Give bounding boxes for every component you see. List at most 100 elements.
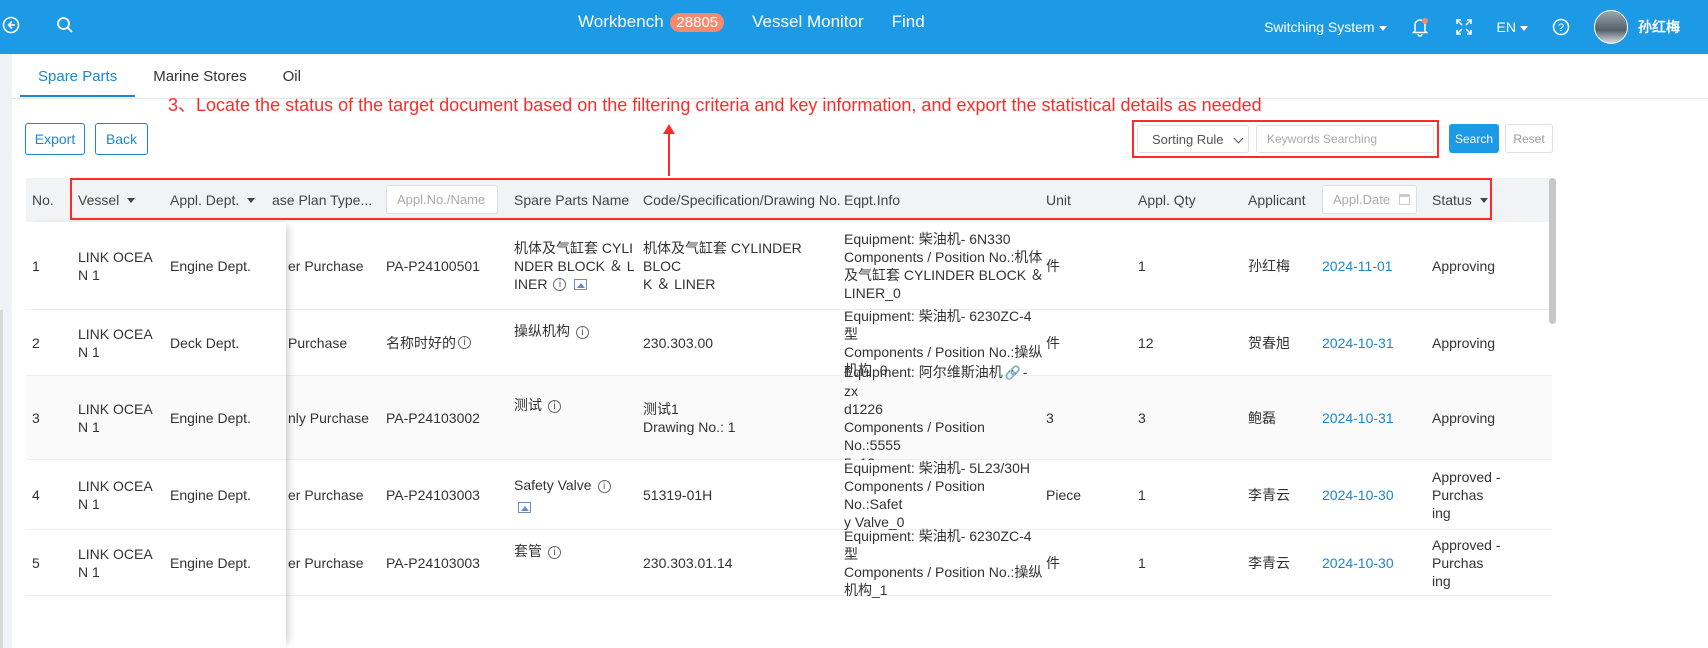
- reset-button[interactable]: Reset: [1505, 124, 1553, 153]
- back-circle-icon[interactable]: [0, 14, 22, 36]
- workbench-badge: 28805: [670, 13, 725, 32]
- image-icon[interactable]: [574, 279, 588, 291]
- top-right-tools: Switching System EN ? 孙红梅: [1264, 10, 1680, 44]
- table-row[interactable]: 1 LINK OCEA N 1 Engine Dept. er Purchase…: [26, 222, 1552, 310]
- cell-unit: 件: [1046, 334, 1060, 351]
- cell-applicant: 孙红梅: [1248, 257, 1290, 274]
- cell-part-name: 操纵机构: [514, 323, 570, 339]
- help-icon[interactable]: ?: [1550, 16, 1572, 38]
- cell-unit: Piece: [1046, 486, 1082, 503]
- info-icon[interactable]: i: [553, 278, 567, 292]
- cell-part-name: 套管: [514, 543, 542, 559]
- cell-dept: Engine Dept.: [170, 257, 251, 274]
- main-nav: Workbench 28805 Vessel Monitor Find: [578, 12, 925, 32]
- cell-no: 1: [32, 257, 40, 274]
- back-button[interactable]: Back: [95, 123, 148, 155]
- link-icon[interactable]: 🔗: [1005, 364, 1021, 382]
- cell-part-name: Safety Valve: [514, 477, 592, 494]
- switching-system-dropdown[interactable]: Switching System: [1264, 19, 1387, 35]
- image-icon[interactable]: [518, 501, 531, 513]
- cell-appl-date[interactable]: 2024-11-01: [1322, 222, 1393, 309]
- export-button[interactable]: Export: [25, 123, 85, 155]
- cell-appl-no: PA-P24100501: [386, 257, 480, 274]
- search-icon[interactable]: [54, 14, 76, 36]
- main-panel: Spare Parts Marine Stores Oil 3、Locate t…: [12, 54, 1708, 648]
- cell-applicant: 李青云: [1248, 554, 1290, 571]
- cell-applicant: 李青云: [1248, 486, 1290, 503]
- info-icon[interactable]: i: [458, 336, 471, 349]
- cell-vessel: LINK OCEA N 1: [78, 248, 153, 283]
- cell-unit: 3: [1046, 409, 1054, 426]
- annotation-text: 3、Locate the status of the target docume…: [168, 95, 1262, 115]
- cell-vessel: LINK OCEA N 1: [78, 545, 153, 580]
- cell-applicant: 贺春旭: [1248, 334, 1290, 351]
- cell-qty: 1: [1138, 486, 1146, 503]
- cell-no: 4: [32, 486, 40, 503]
- table-row[interactable]: 3 LINK OCEA N 1 Engine Dept. nly Purchas…: [26, 364, 1552, 471]
- cell-no: 2: [32, 334, 40, 351]
- cell-plan-type: nly Purchase: [288, 409, 369, 426]
- cell-appl-date[interactable]: 2024-10-30: [1322, 530, 1394, 595]
- cell-eqpt-info: Equipment: 柴油机- 6230ZC-4型 Components / P…: [844, 527, 1043, 598]
- avatar: [1594, 10, 1628, 44]
- info-icon[interactable]: i: [548, 545, 561, 559]
- cell-plan-type: er Purchase: [288, 257, 364, 274]
- cell-appl-no: PA-P24103002: [386, 409, 480, 426]
- cell-eqpt-line1: Equipment: 阿尔维斯油机: [844, 364, 1003, 380]
- cell-dept: Deck Dept.: [170, 334, 240, 351]
- cell-status: Approving: [1432, 334, 1496, 351]
- table-row[interactable]: 5 LINK OCEA N 1 Engine Dept. er Purchase…: [26, 527, 1552, 598]
- cell-unit: 件: [1046, 554, 1060, 571]
- fullscreen-icon[interactable]: [1453, 16, 1475, 38]
- cell-dept: Engine Dept.: [170, 486, 251, 503]
- cell-status: Approved - Purchas ing: [1432, 536, 1501, 589]
- username: 孙红梅: [1638, 19, 1680, 35]
- cell-unit: 件: [1046, 257, 1060, 274]
- search-button[interactable]: Search: [1449, 124, 1499, 153]
- cell-vessel: LINK OCEA N 1: [78, 325, 153, 360]
- cell-code: 230.303.00: [643, 334, 714, 351]
- annotation-box-search: [1132, 120, 1439, 158]
- info-icon[interactable]: i: [576, 325, 589, 339]
- cell-eqpt-info: Equipment: 柴油机- 5L23/30H Components / Po…: [844, 459, 1030, 530]
- table-row[interactable]: 2 LINK OCEA N 1 Deck Dept. Purchase 名称时好…: [26, 308, 1552, 378]
- cell-code: 机体及气缸套 CYLINDER BLOC K ＆ LINER: [643, 239, 802, 292]
- cell-qty: 1: [1138, 257, 1146, 274]
- left-edge-bar: [0, 310, 3, 648]
- cell-plan-type: er Purchase: [288, 554, 364, 571]
- cell-plan-type: er Purchase: [288, 486, 364, 503]
- svg-text:?: ?: [1558, 22, 1564, 34]
- info-icon[interactable]: i: [548, 399, 561, 413]
- cell-no: 5: [32, 554, 40, 571]
- cell-appl-date[interactable]: 2024-10-31: [1322, 310, 1394, 375]
- bell-icon[interactable]: [1409, 16, 1431, 38]
- cell-appl-no: PA-P24103003: [386, 554, 480, 571]
- cell-status: Approved - Purchas ing: [1432, 468, 1501, 521]
- language-dropdown[interactable]: EN: [1497, 19, 1528, 35]
- cell-plan-type: Purchase: [288, 334, 348, 351]
- cell-appl-no: 名称时好的: [386, 334, 456, 351]
- cell-vessel: LINK OCEA N 1: [78, 400, 153, 435]
- cell-qty: 12: [1138, 334, 1154, 351]
- vertical-scrollbar[interactable]: [1549, 178, 1556, 324]
- info-icon[interactable]: i: [597, 479, 611, 493]
- user-menu[interactable]: 孙红梅: [1594, 10, 1680, 44]
- cell-code: 测试1 Drawing No.: 1: [643, 400, 736, 435]
- cell-qty: 3: [1138, 409, 1146, 426]
- tab-spare-parts[interactable]: Spare Parts: [20, 64, 136, 97]
- chevron-down-icon: [1520, 25, 1528, 31]
- nav-find[interactable]: Find: [892, 12, 925, 32]
- nav-workbench[interactable]: Workbench 28805: [578, 12, 725, 32]
- cell-appl-date[interactable]: 2024-10-31: [1322, 376, 1394, 459]
- table-row[interactable]: 4 LINK OCEA N 1 Engine Dept. er Purchase…: [26, 460, 1552, 530]
- chevron-down-icon: [1378, 25, 1387, 31]
- cell-vessel: LINK OCEA N 1: [78, 477, 153, 512]
- annotation-box-header: [70, 178, 1492, 220]
- cell-appl-no: PA-P24103003: [386, 486, 480, 503]
- cell-qty: 1: [1138, 554, 1146, 571]
- cell-appl-date[interactable]: 2024-10-30: [1322, 460, 1394, 529]
- cell-part-name: 测试: [514, 397, 542, 413]
- top-bar: Workbench 28805 Vessel Monitor Find Swit…: [0, 0, 1708, 54]
- nav-vessel-monitor[interactable]: Vessel Monitor: [752, 12, 864, 32]
- annotation-arrow: [668, 126, 670, 176]
